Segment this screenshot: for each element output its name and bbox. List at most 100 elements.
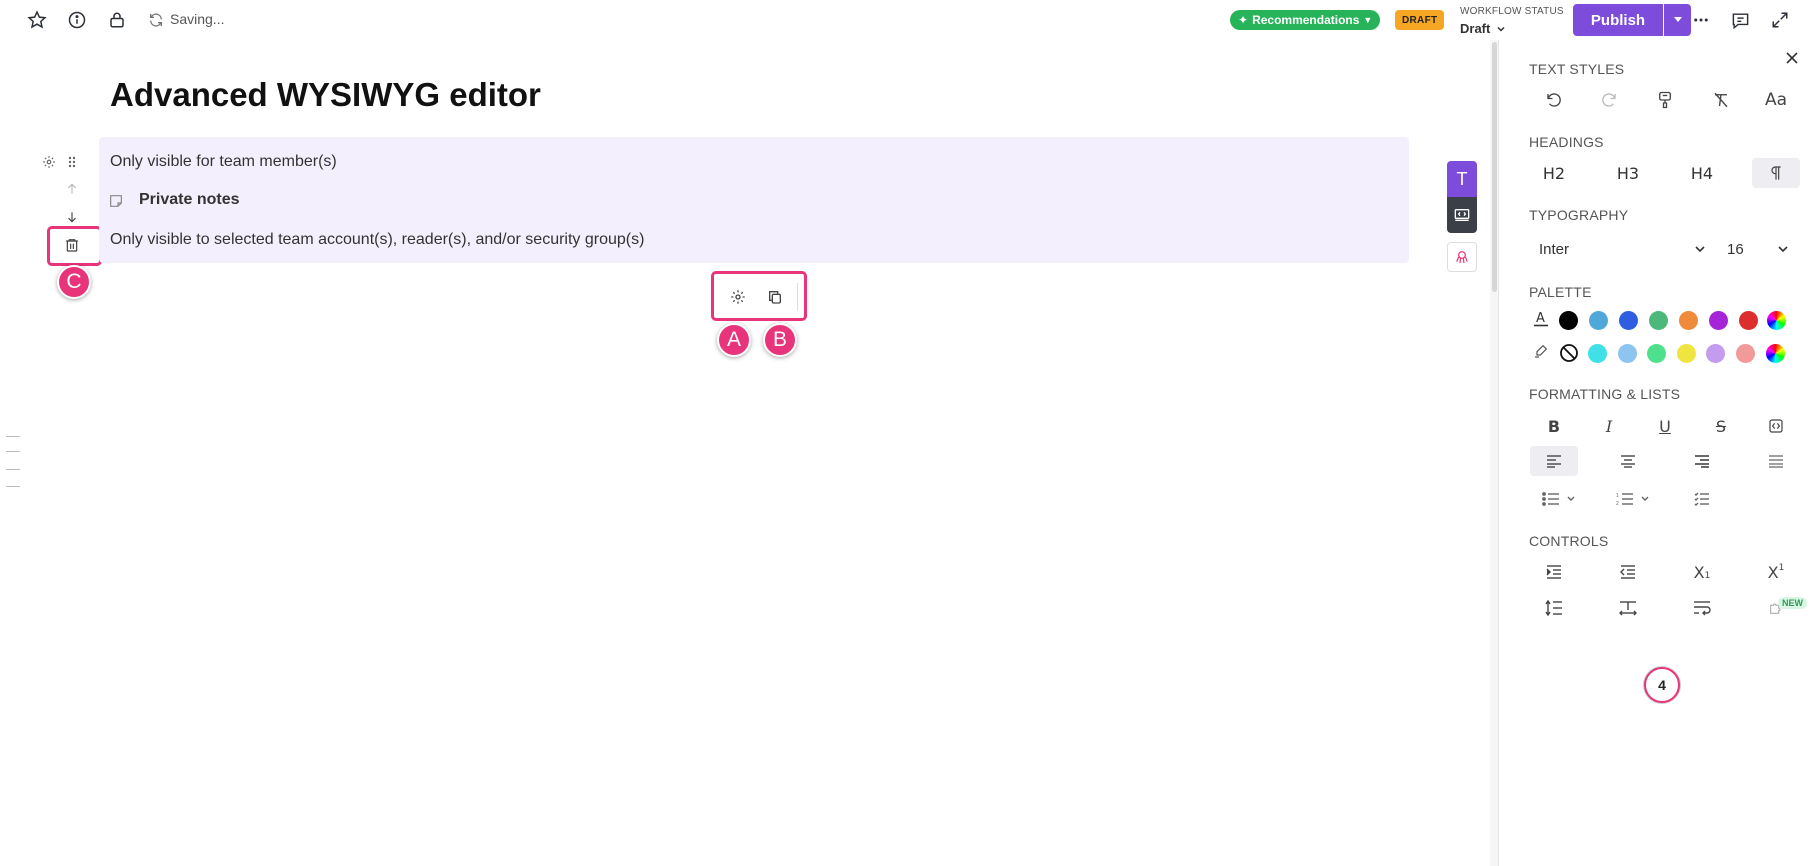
plugin-icon[interactable] bbox=[1447, 242, 1477, 272]
font-case-icon[interactable]: Aa bbox=[1752, 85, 1800, 115]
text-color-icon[interactable]: A bbox=[1533, 309, 1549, 327]
outline-marker bbox=[6, 451, 20, 452]
font-family-value: Inter bbox=[1539, 240, 1570, 258]
indent-icon[interactable] bbox=[1530, 557, 1578, 587]
embed-mode-icon[interactable] bbox=[1447, 197, 1477, 233]
font-size-value: 16 bbox=[1727, 240, 1744, 258]
chevron-down-icon bbox=[1694, 243, 1706, 255]
custom-highlight-icon[interactable] bbox=[1766, 344, 1785, 363]
highlight-color-swatch[interactable] bbox=[1676, 344, 1696, 363]
arrow-up-icon[interactable] bbox=[62, 179, 82, 199]
block-restriction-text[interactable]: Only visible to selected team account(s)… bbox=[110, 231, 644, 249]
text-color-swatch[interactable] bbox=[1589, 311, 1608, 330]
heading-3-button[interactable]: H3 bbox=[1604, 158, 1652, 188]
chevron-down-icon bbox=[1777, 243, 1789, 255]
callout-a: A bbox=[717, 323, 751, 357]
close-icon[interactable] bbox=[1782, 48, 1802, 68]
outline-marker bbox=[6, 469, 20, 470]
custom-color-icon[interactable] bbox=[1767, 311, 1786, 330]
font-size-select[interactable]: 16 bbox=[1727, 237, 1789, 261]
clear-format-icon[interactable] bbox=[1697, 85, 1745, 115]
scrollbar-thumb[interactable] bbox=[1492, 42, 1497, 292]
expand-icon[interactable] bbox=[1768, 8, 1792, 32]
text-color-swatch[interactable] bbox=[1739, 311, 1758, 330]
sparkle-icon: ✦ bbox=[1238, 13, 1249, 27]
redo-icon[interactable] bbox=[1585, 85, 1633, 115]
code-icon[interactable] bbox=[1752, 411, 1800, 441]
caret-down-icon: ▼ bbox=[1363, 15, 1373, 25]
numbered-list-icon[interactable]: 12 bbox=[1604, 484, 1664, 514]
sync-icon bbox=[144, 8, 168, 32]
superscript-icon[interactable]: X1 bbox=[1752, 557, 1800, 587]
block-visibility-text[interactable]: Only visible for team member(s) bbox=[110, 153, 337, 171]
bullet-list-icon[interactable] bbox=[1530, 484, 1590, 514]
saving-status: Saving... bbox=[170, 11, 225, 27]
publish-options-button[interactable] bbox=[1664, 4, 1691, 36]
copy-icon[interactable] bbox=[764, 286, 786, 308]
text-spacing-icon[interactable] bbox=[1604, 593, 1652, 623]
text-color-swatch[interactable] bbox=[1559, 311, 1578, 330]
italic-icon[interactable]: I bbox=[1585, 411, 1633, 441]
formatting-heading: FORMATTING & LISTS bbox=[1529, 386, 1681, 402]
highlight-color-swatch[interactable] bbox=[1617, 344, 1637, 363]
publish-button[interactable]: Publish bbox=[1573, 4, 1663, 36]
workflow-status-value: Draft bbox=[1460, 21, 1491, 36]
block-floating-toolbar bbox=[711, 271, 807, 321]
checklist-icon[interactable] bbox=[1678, 484, 1726, 514]
bold-icon[interactable]: B bbox=[1530, 411, 1578, 441]
text-color-swatch[interactable] bbox=[1709, 311, 1728, 330]
recommendations-button[interactable]: ✦ Recommendations ▼ bbox=[1230, 10, 1381, 30]
highlight-color-swatch[interactable] bbox=[1588, 344, 1607, 363]
outdent-icon[interactable] bbox=[1604, 557, 1652, 587]
note-icon bbox=[108, 193, 124, 209]
star-icon[interactable] bbox=[25, 8, 49, 32]
align-center-icon[interactable] bbox=[1604, 446, 1652, 476]
step-indicator[interactable]: 4 bbox=[1644, 667, 1680, 703]
no-color-icon[interactable] bbox=[1559, 343, 1579, 363]
divider bbox=[797, 283, 798, 311]
more-options-icon[interactable] bbox=[1689, 8, 1713, 32]
text-mode-icon[interactable]: T bbox=[1447, 161, 1477, 197]
svg-text:2: 2 bbox=[1616, 501, 1619, 506]
heading-2-button[interactable]: H2 bbox=[1530, 158, 1578, 188]
format-painter-icon[interactable] bbox=[1641, 85, 1689, 115]
paragraph-icon[interactable] bbox=[1752, 158, 1800, 188]
subscript-icon[interactable]: X1 bbox=[1678, 557, 1726, 587]
arrow-down-icon[interactable] bbox=[62, 207, 82, 227]
controls-heading: CONTROLS bbox=[1529, 533, 1609, 549]
line-height-icon[interactable] bbox=[1530, 593, 1578, 623]
text-color-swatch[interactable] bbox=[1649, 311, 1668, 330]
info-icon[interactable] bbox=[65, 8, 89, 32]
drag-handle-icon[interactable] bbox=[62, 152, 82, 172]
block-settings-icon[interactable] bbox=[39, 152, 59, 172]
underline-icon[interactable]: U bbox=[1641, 411, 1689, 441]
lock-icon[interactable] bbox=[105, 8, 129, 32]
editor-mode-toolbar: T bbox=[1447, 161, 1477, 233]
align-left-icon[interactable] bbox=[1530, 446, 1578, 476]
new-badge: NEW bbox=[1778, 597, 1807, 609]
align-justify-icon[interactable] bbox=[1752, 446, 1800, 476]
callout-b: B bbox=[763, 323, 797, 357]
chevron-down-icon bbox=[1496, 24, 1506, 34]
font-family-select[interactable]: Inter bbox=[1539, 237, 1706, 261]
align-right-icon[interactable] bbox=[1678, 446, 1726, 476]
svg-text:1: 1 bbox=[1616, 493, 1619, 499]
workflow-status-dropdown[interactable]: Draft bbox=[1460, 21, 1506, 36]
undo-icon[interactable] bbox=[1530, 85, 1578, 115]
outline-marker bbox=[6, 436, 20, 437]
text-styles-heading: TEXT STYLES bbox=[1529, 61, 1625, 77]
text-wrap-icon[interactable] bbox=[1678, 593, 1726, 623]
highlight-icon[interactable] bbox=[1533, 343, 1549, 359]
highlight-color-swatch[interactable] bbox=[1736, 344, 1755, 363]
headings-heading: HEADINGS bbox=[1529, 134, 1604, 150]
strikethrough-icon[interactable]: S bbox=[1697, 411, 1745, 441]
private-notes-label: Private notes bbox=[139, 191, 240, 208]
trash-icon[interactable] bbox=[62, 235, 82, 255]
settings-icon[interactable] bbox=[727, 286, 749, 308]
heading-4-button[interactable]: H4 bbox=[1678, 158, 1726, 188]
comments-icon[interactable] bbox=[1728, 8, 1752, 32]
text-color-swatch[interactable] bbox=[1619, 311, 1638, 330]
status-badge: DRAFT bbox=[1395, 10, 1445, 30]
page-title[interactable]: Advanced WYSIWYG editor bbox=[110, 76, 541, 114]
text-color-swatch[interactable] bbox=[1679, 311, 1698, 330]
